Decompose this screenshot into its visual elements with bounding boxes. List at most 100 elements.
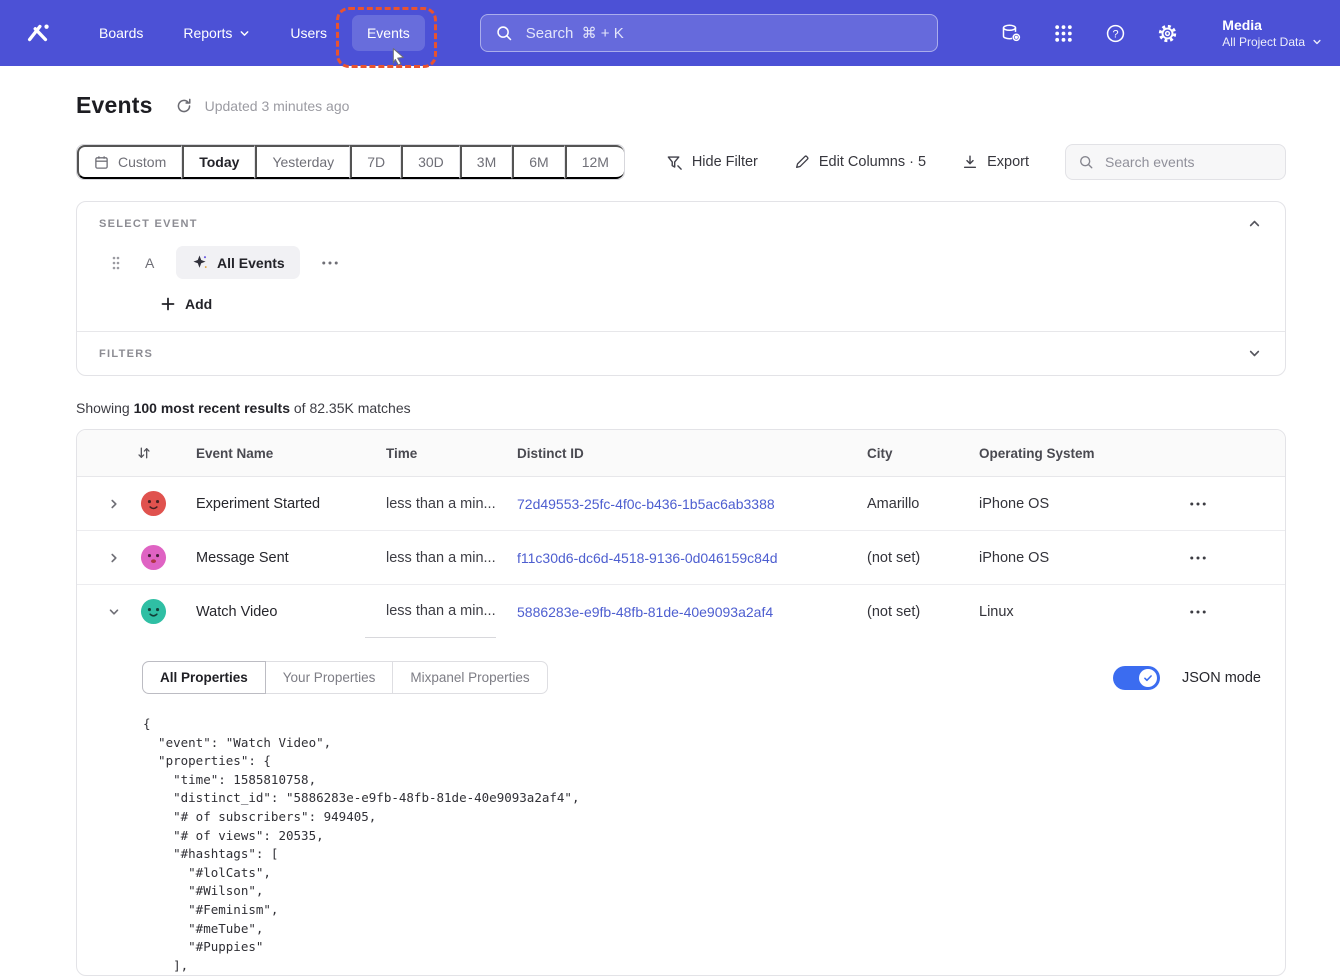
event-selector-row: A All Events	[111, 246, 1285, 279]
toolbar: Custom Today Yesterday 7D 30D 3M 6M 12M …	[76, 144, 1286, 180]
table-header-row: Event Name Time Distinct ID City Operati…	[77, 430, 1285, 477]
add-event-button[interactable]: Add	[161, 296, 212, 312]
primary-nav: Boards Reports Users Events	[84, 15, 425, 51]
filter-funnel-icon	[666, 154, 683, 171]
nav-item-users[interactable]: Users	[275, 15, 342, 51]
cell-time: less than a min...	[365, 531, 496, 584]
svg-text:?: ?	[1112, 28, 1118, 40]
event-avatar	[131, 531, 175, 584]
cell-event-name: Experiment Started	[175, 477, 365, 530]
event-json-view: { "event": "Watch Video", "properties": …	[143, 715, 1261, 975]
top-navbar: Boards Reports Users Events	[0, 0, 1340, 66]
range-yesterday-button[interactable]: Yesterday	[255, 145, 350, 179]
range-today-button[interactable]: Today	[182, 145, 255, 179]
page-title: Events	[76, 92, 153, 119]
check-icon	[1143, 673, 1153, 683]
mixpanel-logo-icon	[25, 20, 51, 46]
expand-row-chevron-right-icon[interactable]	[97, 477, 131, 530]
json-mode-toggle[interactable]	[1113, 666, 1160, 690]
main-content: Events Updated 3 minutes ago Custom	[0, 66, 1340, 976]
cell-city: Amarillo	[846, 477, 958, 530]
event-picker-button[interactable]: All Events	[176, 246, 300, 279]
nav-item-events[interactable]: Events	[352, 15, 425, 51]
refresh-icon[interactable]	[175, 97, 193, 115]
column-header-time[interactable]: Time	[365, 446, 496, 461]
project-switcher[interactable]: Media All Project Data	[1222, 16, 1322, 50]
nav-item-reports[interactable]: Reports	[168, 15, 265, 51]
expand-chevron-down-icon	[1248, 347, 1261, 360]
apps-grid-icon[interactable]	[1052, 22, 1074, 44]
range-3m-button[interactable]: 3M	[460, 145, 512, 179]
column-header-distinct-id[interactable]: Distinct ID	[496, 446, 846, 461]
distinct-id-link[interactable]: f11c30d6-dc6d-4518-9136-0d046159c84d	[517, 550, 778, 566]
row-detail-panel: All Properties Your Properties Mixpanel …	[77, 638, 1285, 975]
search-icon	[495, 24, 513, 42]
range-custom-button[interactable]: Custom	[77, 145, 182, 179]
calendar-icon	[94, 155, 109, 170]
page-header: Events Updated 3 minutes ago	[76, 92, 1286, 119]
hide-filter-button[interactable]: Hide Filter	[666, 154, 758, 171]
expand-row-chevron-right-icon[interactable]	[97, 531, 131, 584]
settings-gear-icon[interactable]	[1156, 22, 1178, 44]
mixpanel-logo[interactable]	[20, 15, 56, 51]
data-management-icon[interactable]	[1000, 22, 1022, 44]
tab-mixpanel-properties[interactable]: Mixpanel Properties	[392, 661, 547, 694]
column-header-event-name[interactable]: Event Name	[175, 446, 365, 461]
results-prefix: Showing	[76, 400, 134, 416]
project-scope-label: All Project Data	[1222, 34, 1305, 50]
filters-title: FILTERS	[99, 348, 153, 360]
all-events-sparkle-icon	[191, 254, 208, 271]
search-icon	[1078, 154, 1094, 170]
export-label: Export	[987, 154, 1029, 170]
column-header-os[interactable]: Operating System	[958, 446, 1172, 461]
range-7d-button[interactable]: 7D	[350, 145, 401, 179]
select-event-title: SELECT EVENT	[99, 218, 198, 230]
event-more-options-button[interactable]	[314, 255, 346, 271]
events-table: Event Name Time Distinct ID City Operati…	[76, 429, 1286, 976]
tab-your-properties[interactable]: Your Properties	[265, 661, 394, 694]
json-mode-label: JSON mode	[1182, 670, 1261, 686]
add-event-label: Add	[185, 296, 212, 312]
event-picker-label: All Events	[217, 255, 285, 271]
toggle-knob	[1139, 669, 1157, 687]
sort-icon[interactable]	[97, 445, 175, 461]
help-icon[interactable]: ?	[1104, 22, 1126, 44]
cell-time: less than a min...	[365, 477, 496, 530]
collapse-row-chevron-down-icon[interactable]	[97, 585, 131, 638]
tab-all-properties[interactable]: All Properties	[142, 661, 266, 694]
results-count: 100 most recent results	[134, 400, 290, 416]
search-events-input[interactable]	[1103, 153, 1273, 171]
filters-section-toggle[interactable]: FILTERS	[77, 332, 1285, 375]
range-12m-button[interactable]: 12M	[565, 145, 624, 179]
search-events-box[interactable]	[1065, 144, 1286, 180]
export-button[interactable]: Export	[962, 154, 1029, 170]
table-row: Experiment Started less than a min... 72…	[77, 477, 1285, 531]
event-avatar	[131, 585, 175, 638]
column-header-city[interactable]: City	[846, 446, 958, 461]
cell-os: iPhone OS	[958, 477, 1172, 530]
row-more-options-button[interactable]	[1172, 477, 1285, 530]
range-30d-button[interactable]: 30D	[401, 145, 460, 179]
hide-filter-label: Hide Filter	[692, 154, 758, 170]
select-event-card: SELECT EVENT A	[76, 201, 1286, 376]
global-search-input[interactable]	[524, 24, 923, 43]
table-row-expanded: Watch Video less than a min... 5886283e-…	[77, 585, 1285, 638]
last-updated-text: Updated 3 minutes ago	[205, 98, 350, 114]
cell-distinct-id: 72d49553-25fc-4f0c-b436-1b5ac6ab3388	[496, 477, 846, 530]
row-more-options-button[interactable]	[1172, 585, 1285, 638]
collapse-chevron-up-icon[interactable]	[1248, 217, 1261, 230]
distinct-id-link[interactable]: 5886283e-e9fb-48fb-81de-40e9093a2af4	[517, 604, 773, 620]
drag-handle-icon[interactable]	[111, 255, 121, 271]
cell-time: less than a min...	[365, 585, 496, 638]
toolbar-right: Hide Filter Edit Columns · 5 Export	[666, 144, 1286, 180]
download-icon	[962, 154, 978, 170]
row-more-options-button[interactable]	[1172, 531, 1285, 584]
distinct-id-link[interactable]: 72d49553-25fc-4f0c-b436-1b5ac6ab3388	[517, 496, 775, 512]
event-avatar	[131, 477, 175, 530]
global-search[interactable]	[480, 14, 938, 52]
project-name: Media	[1222, 16, 1322, 34]
range-6m-button[interactable]: 6M	[512, 145, 564, 179]
edit-columns-button[interactable]: Edit Columns · 5	[794, 154, 926, 170]
table-row: Message Sent less than a min... f11c30d6…	[77, 531, 1285, 585]
nav-item-boards[interactable]: Boards	[84, 15, 158, 51]
